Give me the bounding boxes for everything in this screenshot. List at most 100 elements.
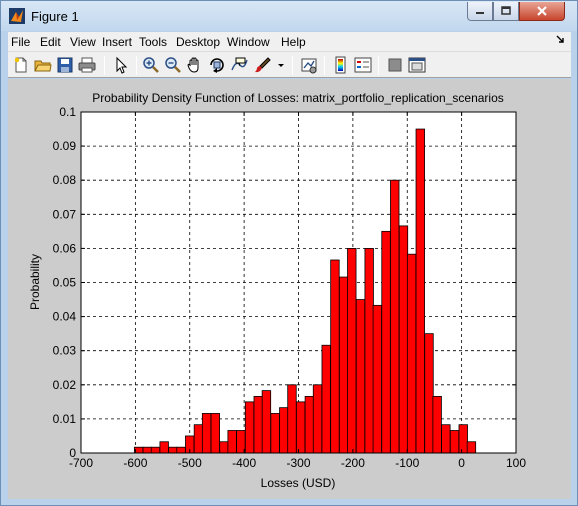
histogram-chart[interactable]: -700 -600 -500 -400 -300 -200 -100 0 10000.010.0… — [8, 79, 571, 499]
y-tick-label: 0.09 — [53, 139, 77, 153]
histogram-bar — [312, 384, 323, 454]
open-file-icon[interactable] — [34, 56, 52, 74]
x-tick-label: -300 — [286, 456, 310, 470]
histogram-bar — [201, 413, 212, 454]
histogram-bar — [441, 424, 451, 454]
x-axis-label: Losses (USD) — [261, 476, 336, 490]
figure-canvas: -700 -600 -500 -400 -300 -200 -100 0 100 0 0.01 0.0… — [8, 79, 571, 499]
toolbar-separator — [378, 56, 379, 75]
histogram-bar — [159, 441, 169, 454]
y-tick-label: 0.02 — [53, 378, 77, 392]
histogram-bar — [347, 247, 357, 454]
matlab-figure-icon — [9, 8, 25, 24]
y-tick-label: 0.07 — [53, 207, 77, 221]
toolbar-separator — [324, 56, 325, 75]
histogram-bar — [372, 304, 383, 454]
show-plot-tools-icon[interactable] — [408, 56, 426, 74]
y-tick-label: 0.08 — [53, 173, 77, 187]
maximize-button[interactable] — [493, 2, 519, 21]
y-tick-label: 0.04 — [53, 310, 77, 324]
x-tick-label: -400 — [232, 456, 256, 470]
select-arrow-icon[interactable] — [112, 56, 130, 74]
print-icon[interactable] — [78, 56, 96, 74]
x-tick-label: -100 — [395, 456, 419, 470]
menu-tools[interactable]: Tools — [139, 35, 167, 49]
histogram-bar — [330, 259, 340, 454]
save-icon[interactable] — [56, 56, 74, 74]
menu-insert[interactable]: Insert — [102, 35, 132, 49]
zoom-out-icon[interactable] — [164, 56, 182, 74]
new-figure-icon[interactable] — [12, 56, 30, 74]
histogram-bar — [227, 430, 237, 454]
histogram-bar — [253, 395, 263, 454]
histogram-bar — [364, 247, 374, 454]
window-title: Figure 1 — [31, 9, 79, 24]
toolbar-separator — [104, 56, 105, 75]
y-tick-label: 0.03 — [53, 344, 77, 358]
rotate-3d-icon[interactable] — [208, 56, 226, 74]
histogram-bar — [466, 441, 477, 454]
histogram-bar — [142, 446, 153, 454]
histogram-bar — [424, 333, 434, 454]
close-button[interactable] — [519, 2, 565, 21]
x-tick-label: 100 — [506, 456, 526, 470]
histogram-bar — [390, 179, 400, 454]
histogram-bar — [304, 395, 315, 454]
histogram-bar — [219, 441, 229, 454]
menu-bar: File Edit View Insert Tools Desktop Wind… — [8, 32, 571, 51]
brush-dropdown-icon[interactable] — [276, 56, 286, 74]
histogram-bar — [296, 401, 306, 454]
dock-arrow-icon[interactable] — [555, 34, 565, 44]
histogram-bar — [210, 413, 220, 454]
insert-legend-icon[interactable] — [354, 56, 372, 74]
toolbar-separator — [292, 56, 293, 75]
histogram-bar — [355, 299, 366, 454]
maximize-icon — [501, 6, 511, 15]
title-bar[interactable]: Figure 1 — [1, 1, 577, 31]
histogram-bar — [381, 230, 391, 454]
menu-file[interactable]: File — [11, 35, 30, 49]
histogram-bar — [415, 128, 425, 454]
chart-title: Probability Density Function of Losses: … — [92, 91, 504, 105]
insert-colorbar-icon[interactable] — [332, 56, 350, 74]
histogram-bar — [398, 225, 409, 454]
x-tick-label: -500 — [178, 456, 202, 470]
menu-help[interactable]: Help — [281, 35, 306, 49]
histogram-bar — [261, 390, 272, 454]
figure-toolbar — [8, 51, 571, 78]
histogram-bar — [150, 446, 161, 454]
toolbar-separator — [136, 56, 137, 75]
menu-edit[interactable]: Edit — [40, 35, 61, 49]
y-tick-label: 0.01 — [53, 412, 77, 426]
figure-window: Figure 1 File Edit View Insert Tools Des… — [0, 0, 578, 506]
menu-view[interactable]: View — [70, 35, 96, 49]
brush-icon[interactable] — [254, 56, 272, 74]
close-icon — [537, 6, 547, 16]
histogram-bar — [193, 424, 204, 454]
pan-hand-icon[interactable] — [186, 56, 204, 74]
histogram-bar — [176, 446, 186, 454]
menu-window[interactable]: Window — [227, 35, 270, 49]
y-tick-label: 0.1 — [59, 105, 76, 119]
histogram-bar — [406, 253, 417, 454]
x-tick-label: -600 — [123, 456, 147, 470]
x-tick-label: -200 — [341, 456, 365, 470]
histogram-bar — [287, 384, 297, 454]
minimize-icon — [476, 12, 484, 14]
histogram-bar — [449, 430, 460, 454]
y-tick-label: 0 — [69, 446, 76, 460]
data-cursor-icon[interactable] — [230, 56, 248, 74]
x-tick-label: 0 — [458, 456, 465, 470]
y-tick-label: 0.06 — [53, 241, 77, 255]
histogram-bar — [338, 276, 349, 454]
minimize-button[interactable] — [467, 2, 493, 21]
menu-desktop[interactable]: Desktop — [176, 35, 220, 49]
hide-plot-tools-icon[interactable] — [386, 56, 404, 74]
histogram-bar — [321, 344, 331, 454]
zoom-in-icon[interactable] — [142, 56, 160, 74]
histogram-bar — [270, 413, 280, 454]
histogram-bar — [432, 395, 442, 454]
histogram-bar — [279, 407, 289, 454]
y-tick-label: 0.05 — [53, 276, 77, 290]
link-plot-icon[interactable] — [300, 56, 318, 74]
